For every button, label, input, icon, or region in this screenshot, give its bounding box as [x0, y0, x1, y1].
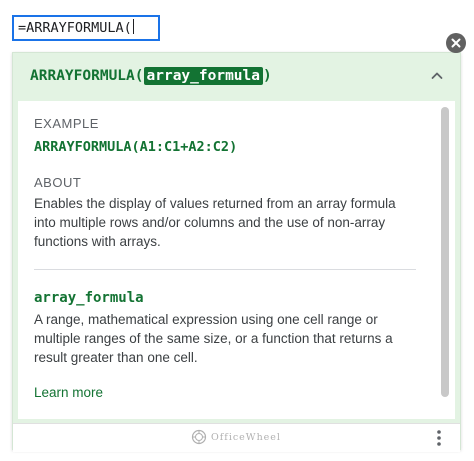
- example-formula: ARRAYFORMULA(A1:C1+A2:C2): [34, 139, 238, 155]
- help-panel-body: EXAMPLE ARRAYFORMULA(A1:C1+A2:C2) ABOUT …: [18, 101, 455, 419]
- text-cursor: [132, 19, 135, 34]
- watermark-text: OfficeWheel: [211, 431, 281, 443]
- close-icon[interactable]: [446, 33, 466, 53]
- function-name: ARRAYFORMULA(: [30, 68, 144, 84]
- formula-input[interactable]: =ARRAYFORMULA(: [12, 15, 160, 41]
- stage: =ARRAYFORMULA( ARRAYFORMULA(array_formul…: [0, 0, 474, 461]
- formula-help-panel: ARRAYFORMULA(array_formula) EXAMPLE ARRA…: [12, 52, 461, 452]
- formula-input-text: =ARRAYFORMULA(: [18, 20, 132, 36]
- help-panel-header[interactable]: ARRAYFORMULA(array_formula): [13, 53, 460, 100]
- current-argument-highlight: array_formula: [143, 67, 263, 85]
- help-panel-footer: OfficeWheel: [13, 423, 460, 452]
- closing-paren: ): [263, 68, 272, 84]
- chevron-up-icon[interactable]: [428, 67, 446, 85]
- officewheel-logo-icon: [191, 429, 207, 445]
- about-text: Enables the display of values returned f…: [34, 196, 396, 249]
- close-glyph: [451, 38, 461, 48]
- watermark: OfficeWheel: [191, 429, 281, 445]
- function-signature: ARRAYFORMULA(array_formula): [30, 65, 272, 87]
- about-label: ABOUT: [34, 175, 82, 190]
- argument-name: array_formula: [34, 290, 144, 306]
- example-label: EXAMPLE: [34, 116, 99, 131]
- argument-description: A range, mathematical expression using o…: [34, 312, 393, 365]
- section-divider: [34, 269, 416, 270]
- scrollbar-thumb[interactable]: [441, 107, 449, 397]
- learn-more-link[interactable]: Learn more: [34, 385, 103, 400]
- more-vert-icon[interactable]: [436, 429, 442, 447]
